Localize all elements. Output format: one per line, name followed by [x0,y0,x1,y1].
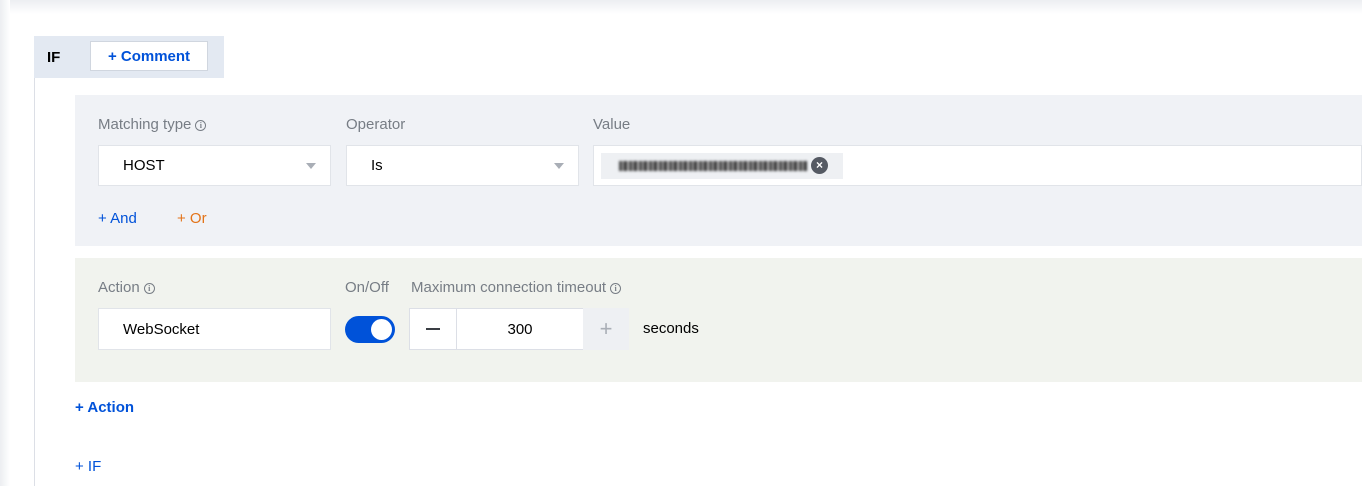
toggle-knob [371,319,392,340]
add-if-link[interactable]: + IF [75,458,101,475]
websocket-toggle[interactable] [345,316,395,343]
operator-select[interactable]: Is [346,145,579,186]
operator-label: Operator [346,116,406,133]
chevron-down-icon [554,163,564,169]
value-label: Value [593,116,631,133]
left-shadow [0,0,10,486]
timeout-label: Maximum connection timeout i [411,279,622,296]
timeout-value-input[interactable]: 300 [457,309,583,349]
chevron-down-icon [306,163,316,169]
timeout-stepper: 300 + [409,308,629,350]
matching-type-value: HOST [123,157,165,174]
onoff-label: On/Off [345,279,389,296]
decrement-button[interactable] [410,309,457,349]
condition-panel: Matching type i Operator Value HOST Is × … [75,95,1362,246]
action-value: WebSocket [123,320,200,338]
top-shadow [0,0,1362,14]
action-panel: Action i On/Off Maximum connection timeou… [75,258,1362,382]
action-label-text: Action [98,279,140,296]
info-icon[interactable]: i [143,283,155,294]
matching-type-label: Matching type i [98,116,207,133]
increment-button[interactable]: + [583,308,629,350]
minus-icon [426,328,440,330]
timeout-label-text: Maximum connection timeout [411,279,607,296]
value-tag: × [601,153,843,179]
add-comment-button[interactable]: + Comment [90,41,208,71]
if-label: IF [47,48,61,66]
add-action-link[interactable]: + Action [75,399,134,416]
redacted-host-value [619,161,807,171]
timeout-unit: seconds [643,320,699,337]
if-tab: IF + Comment [34,36,224,78]
action-input[interactable]: WebSocket [98,308,331,350]
info-icon[interactable]: i [195,120,207,131]
matching-type-label-text: Matching type [98,116,192,133]
add-or-link[interactable]: + Or [177,210,207,227]
operator-value: Is [371,157,383,174]
rule-card: IF + Comment Matching type i Operator Val… [0,0,1362,486]
matching-type-select[interactable]: HOST [98,145,331,186]
action-label: Action i [98,279,155,296]
tree-line [34,78,35,486]
info-icon[interactable]: i [610,283,622,294]
value-tag-input[interactable]: × [593,145,1362,186]
add-and-link[interactable]: + And [98,210,137,227]
close-icon[interactable]: × [811,157,828,174]
